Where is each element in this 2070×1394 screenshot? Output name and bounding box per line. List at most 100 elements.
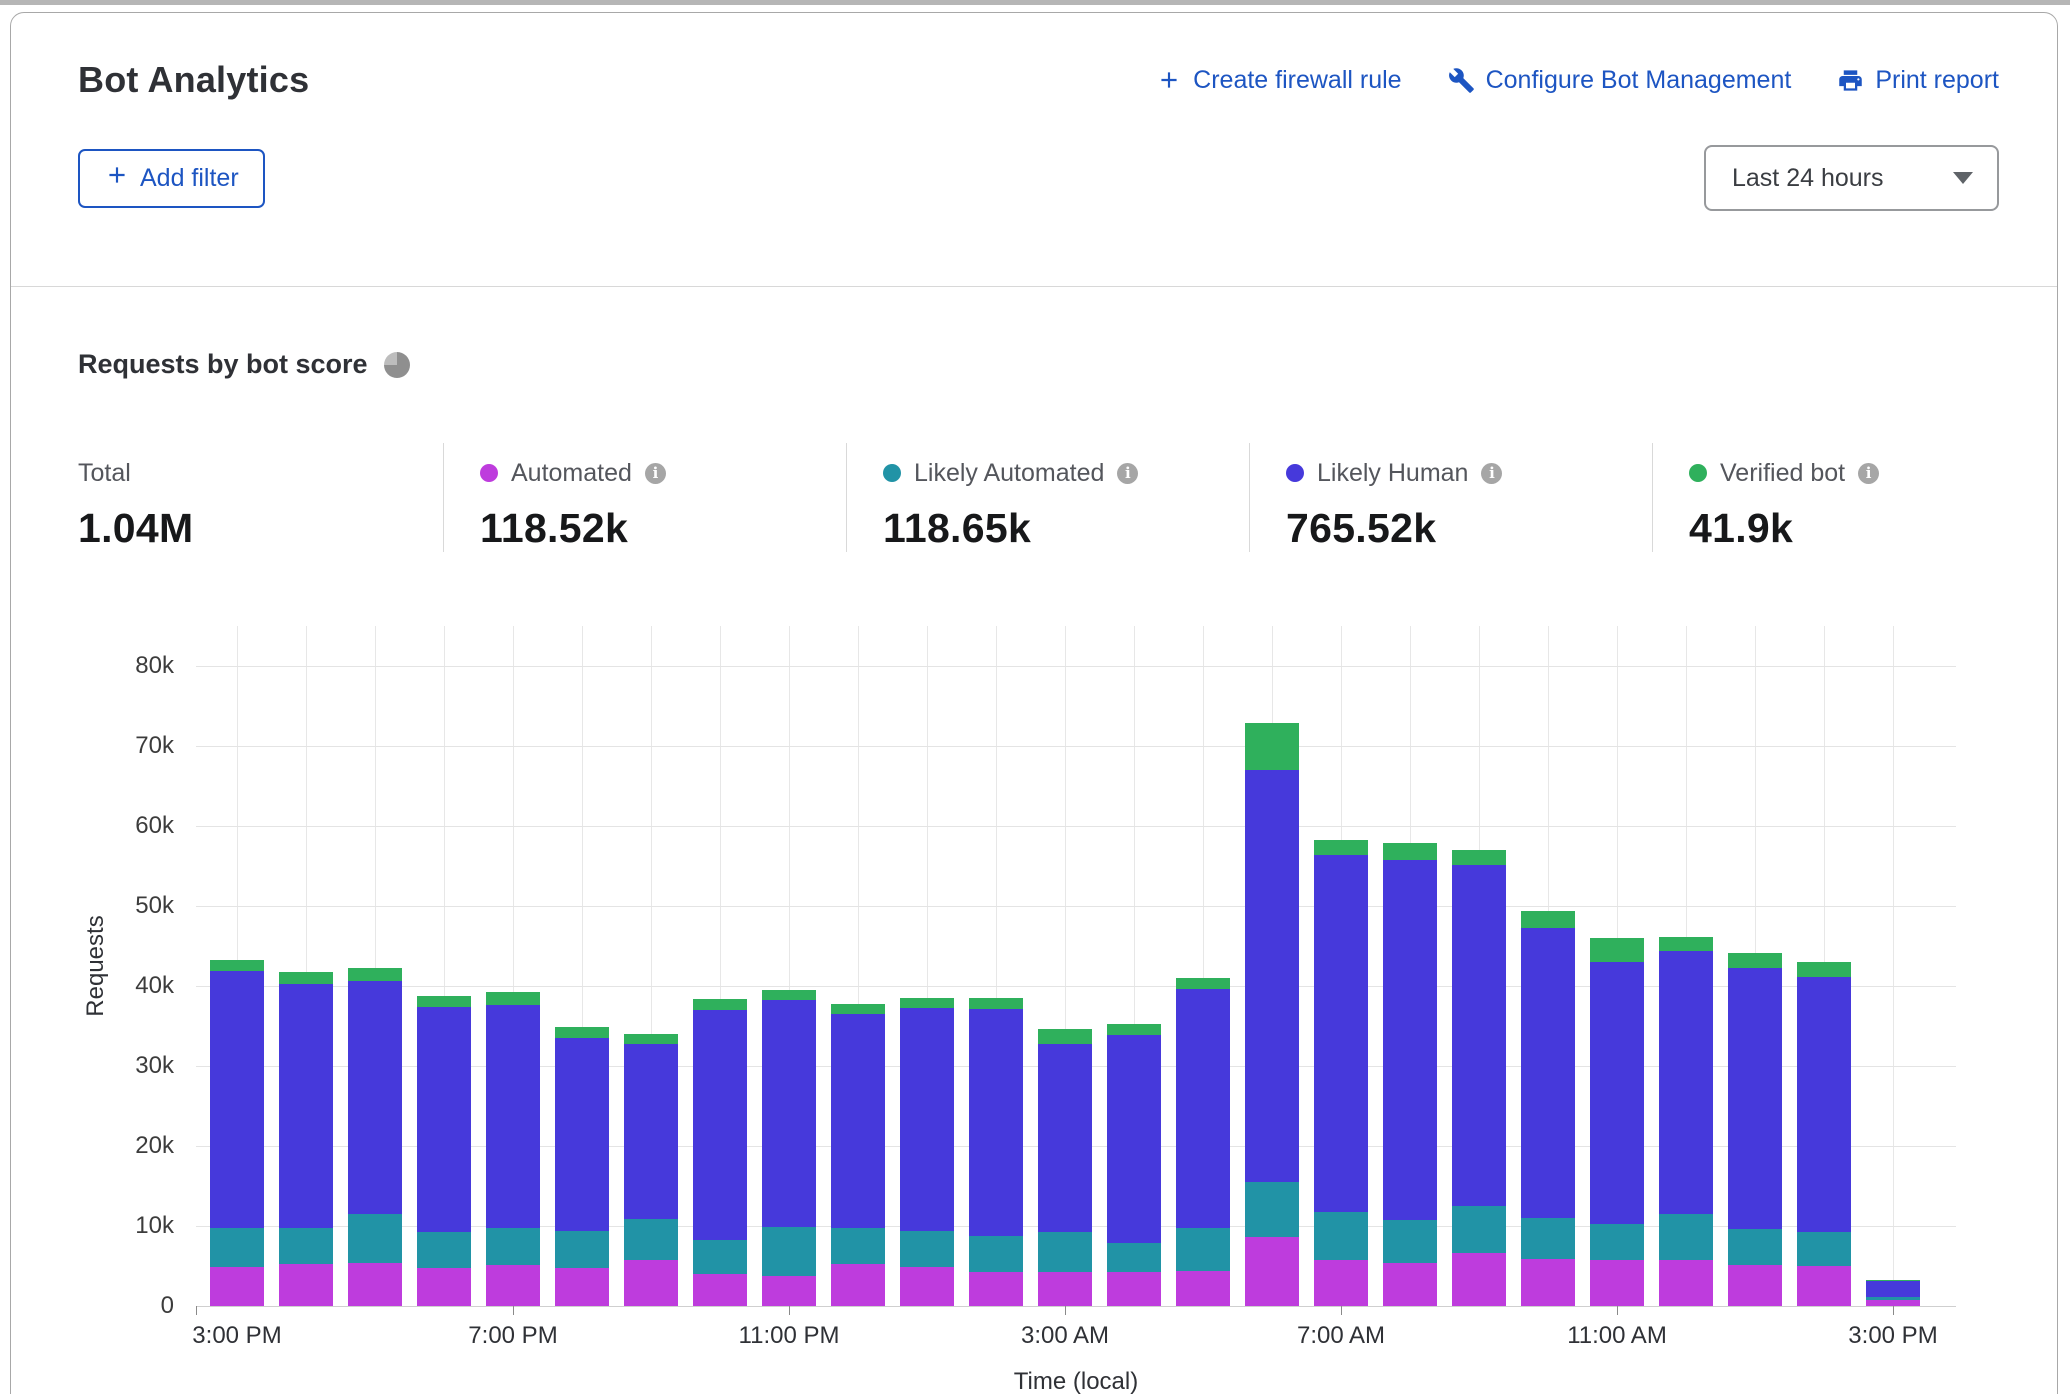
bar-stack[interactable] xyxy=(1521,911,1575,1306)
bar-segment-likely-human xyxy=(1452,865,1506,1206)
bar-segment-verified-bot xyxy=(969,998,1023,1009)
bar-segment-likely-human xyxy=(210,971,264,1229)
y-tick-label: 30k xyxy=(135,1052,174,1080)
add-filter-button[interactable]: Add filter xyxy=(78,149,265,208)
bar-segment-likely-automated xyxy=(1107,1243,1161,1273)
bar-segment-likely-automated xyxy=(1452,1206,1506,1253)
bar-segment-likely-automated xyxy=(1314,1212,1368,1260)
bar-stack[interactable] xyxy=(348,968,402,1306)
y-tick-label: 50k xyxy=(135,892,174,920)
time-range-select[interactable]: Last 24 hours xyxy=(1704,145,1999,211)
bot-analytics-page: Bot Analytics Create firewall rule Confi… xyxy=(0,0,2070,1394)
info-icon[interactable]: i xyxy=(645,463,666,484)
automated-legend-dot xyxy=(480,464,498,482)
bar-segment-automated xyxy=(831,1264,885,1306)
bar-segment-automated xyxy=(210,1267,264,1306)
configure-bot-management-link[interactable]: Configure Bot Management xyxy=(1448,66,1792,95)
gridline-horizontal xyxy=(196,746,1956,747)
bar-segment-likely-human xyxy=(1176,989,1230,1228)
bar-stack[interactable] xyxy=(1452,850,1506,1306)
pie-chart-icon xyxy=(384,352,410,378)
bar-segment-likely-automated xyxy=(1245,1182,1299,1237)
bar-segment-likely-human xyxy=(1797,977,1851,1231)
stat-total-label: Total xyxy=(78,459,131,488)
bar-stack[interactable] xyxy=(693,999,747,1306)
bar-segment-automated xyxy=(417,1268,471,1306)
bar-stack[interactable] xyxy=(1797,962,1851,1306)
bar-segment-verified-bot xyxy=(555,1027,609,1038)
x-tick-label: 3:00 PM xyxy=(192,1322,281,1350)
stats-row: Total 1.04M Automated i 118.52k Likely A… xyxy=(78,443,2055,552)
bar-segment-automated xyxy=(900,1267,954,1306)
bar-segment-likely-human xyxy=(1728,968,1782,1230)
bar-stack[interactable] xyxy=(969,998,1023,1306)
x-tick-label: 11:00 AM xyxy=(1567,1322,1667,1350)
bar-segment-verified-bot xyxy=(1107,1024,1161,1034)
gridline-horizontal xyxy=(196,1306,1956,1307)
bar-stack[interactable] xyxy=(1314,840,1368,1306)
stat-total: Total 1.04M xyxy=(78,443,443,552)
bar-segment-likely-human xyxy=(900,1008,954,1230)
analytics-card: Bot Analytics Create firewall rule Confi… xyxy=(10,12,2058,1394)
bar-segment-automated xyxy=(1452,1253,1506,1306)
print-report-link[interactable]: Print report xyxy=(1837,66,1999,95)
x-tick-mark xyxy=(1065,1306,1066,1315)
bar-segment-likely-automated xyxy=(1797,1232,1851,1266)
bar-stack[interactable] xyxy=(1383,843,1437,1306)
y-tick-label: 40k xyxy=(135,972,174,1000)
bar-segment-verified-bot xyxy=(210,960,264,970)
info-icon[interactable]: i xyxy=(1481,463,1502,484)
bar-stack[interactable] xyxy=(624,1034,678,1306)
create-firewall-rule-link[interactable]: Create firewall rule xyxy=(1156,66,1401,95)
bar-stack[interactable] xyxy=(1590,938,1644,1306)
info-icon[interactable]: i xyxy=(1117,463,1138,484)
bar-segment-likely-automated xyxy=(1383,1220,1437,1262)
x-tick-mark xyxy=(1893,1306,1894,1315)
bar-segment-automated xyxy=(555,1268,609,1306)
bar-segment-likely-automated xyxy=(417,1232,471,1268)
card-header: Bot Analytics Create firewall rule Confi… xyxy=(11,13,2057,287)
bar-stack[interactable] xyxy=(762,990,816,1306)
y-tick-label: 10k xyxy=(135,1212,174,1240)
y-tick-label: 80k xyxy=(135,652,174,680)
print-report-label: Print report xyxy=(1875,66,1999,95)
likely-automated-legend-dot xyxy=(883,464,901,482)
y-tick-label: 60k xyxy=(135,812,174,840)
bar-segment-likely-automated xyxy=(969,1236,1023,1272)
bar-stack[interactable] xyxy=(1728,953,1782,1306)
bar-segment-likely-human xyxy=(969,1009,1023,1235)
bar-stack[interactable] xyxy=(417,996,471,1306)
bar-segment-likely-human xyxy=(1314,855,1368,1212)
create-firewall-rule-label: Create firewall rule xyxy=(1193,66,1401,95)
bar-stack[interactable] xyxy=(210,960,264,1306)
bar-segment-automated xyxy=(279,1264,333,1306)
bar-segment-likely-automated xyxy=(1521,1218,1575,1259)
bar-segment-automated xyxy=(1728,1265,1782,1306)
bar-stack[interactable] xyxy=(486,992,540,1306)
gridline-horizontal xyxy=(196,826,1956,827)
bar-segment-likely-automated xyxy=(279,1228,333,1265)
y-tick-label: 20k xyxy=(135,1132,174,1160)
bar-stack[interactable] xyxy=(900,998,954,1306)
bar-segment-likely-human xyxy=(348,981,402,1214)
bar-segment-likely-automated xyxy=(762,1227,816,1276)
bar-stack[interactable] xyxy=(1866,1280,1920,1306)
bar-segment-automated xyxy=(624,1260,678,1306)
bar-stack[interactable] xyxy=(1659,937,1713,1306)
bar-stack[interactable] xyxy=(555,1027,609,1306)
bar-segment-likely-human xyxy=(1866,1281,1920,1297)
bar-stack[interactable] xyxy=(1038,1029,1092,1306)
bar-segment-likely-human xyxy=(624,1044,678,1219)
info-icon[interactable]: i xyxy=(1858,463,1879,484)
x-tick-label: 3:00 PM xyxy=(1848,1322,1937,1350)
bar-stack[interactable] xyxy=(279,972,333,1306)
time-range-value: Last 24 hours xyxy=(1732,164,1884,193)
bar-stack[interactable] xyxy=(831,1004,885,1306)
x-tick-label: 11:00 PM xyxy=(739,1322,840,1350)
bar-stack[interactable] xyxy=(1245,723,1299,1306)
bar-stack[interactable] xyxy=(1176,978,1230,1306)
bar-stack[interactable] xyxy=(1107,1024,1161,1306)
wrench-icon xyxy=(1448,67,1475,94)
bar-segment-likely-automated xyxy=(624,1219,678,1260)
bar-segment-verified-bot xyxy=(1314,840,1368,855)
